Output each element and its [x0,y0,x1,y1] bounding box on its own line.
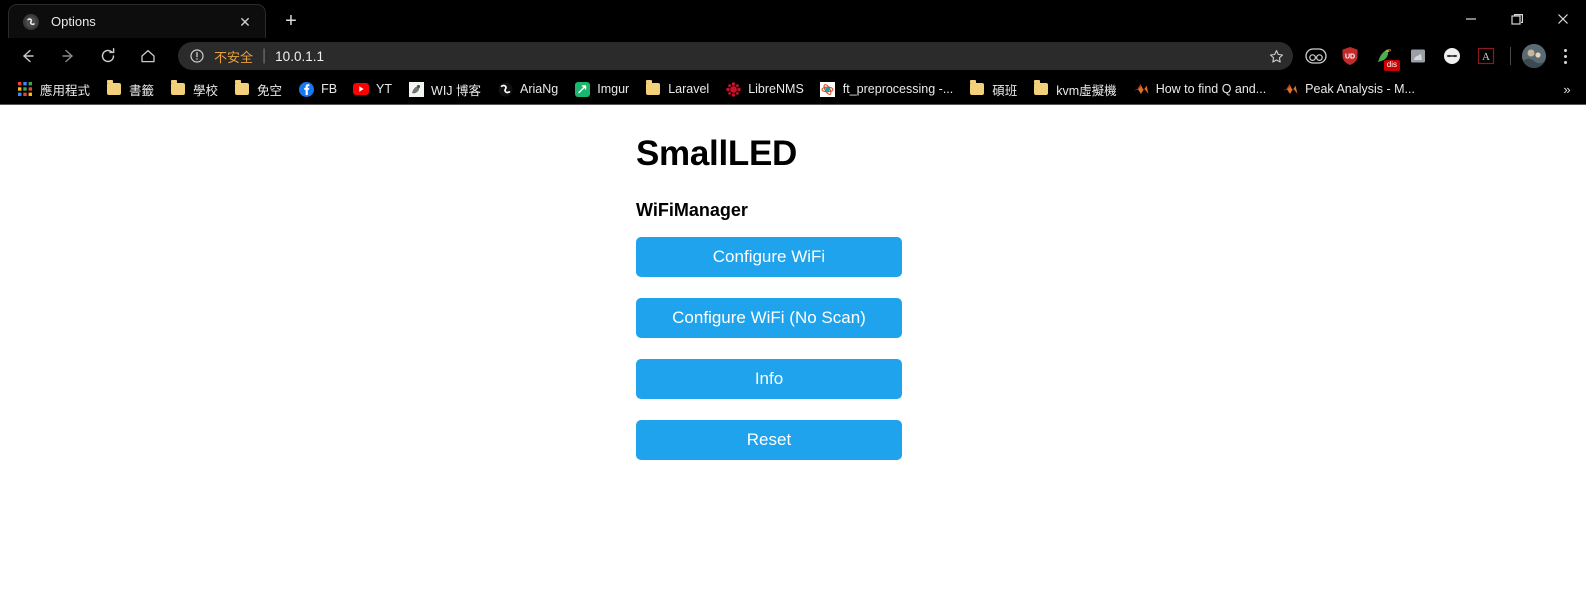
browser-tab[interactable]: Options ✕ [8,4,266,38]
bookmark-label: Laravel [668,82,710,96]
adobe-acrobat-icon[interactable]: A [1472,42,1500,70]
info-circle-icon[interactable] [188,47,206,65]
configure-wifi-no-scan-button[interactable]: Configure WiFi (No Scan) [636,298,902,339]
bookmark-label: Peak Analysis - M... [1305,82,1415,96]
bookmark-star-icon[interactable] [1265,45,1287,67]
bookmark-label: 碩班 [992,83,1018,98]
profile-avatar[interactable] [1522,44,1546,68]
facebook-icon [298,81,314,97]
bookmark-label: 書籤 [129,83,155,98]
folder-icon [645,80,661,97]
bookmark-how-to-find-q[interactable]: How to find Q and... [1126,78,1273,100]
bookmark-label: Imgur [597,82,630,96]
bookmark-apps[interactable]: 應用程式 [10,77,97,102]
imgur-icon [574,81,590,97]
configure-wifi-button[interactable]: Configure WiFi [636,237,902,278]
omnibox-separator: | [262,47,267,64]
bookmark-youtube[interactable]: YT [346,78,399,100]
bookmarks-bar: 應用程式 書籤 學校 免空 FB YT WIJ 博客 AriaNg Imgur … [0,74,1586,104]
folder-icon [170,80,186,97]
tab-title: Options [51,14,96,29]
bookmark-label: kvm虛擬機 [1056,83,1117,98]
folder-icon [234,80,250,97]
forward-icon[interactable] [53,41,83,71]
bookmark-folder-mianko[interactable]: 免空 [227,77,289,102]
url-text[interactable]: 10.0.1.1 [275,49,1265,64]
toolbar-divider [1510,47,1511,65]
bookmark-label: 免空 [257,83,283,98]
bookmark-folder-laravel[interactable]: Laravel [638,78,716,100]
window-controls [1448,0,1586,38]
page-viewport: SmallLED WiFiManager Configure WiFi Conf… [0,105,1586,593]
apps-grid-icon [17,81,33,97]
maximize-restore-icon[interactable] [1494,0,1540,38]
new-tab-button[interactable]: + [276,6,306,36]
bookmark-folder-shuoban[interactable]: 碩班 [962,77,1024,102]
wifimanager-page: SmallLED WiFiManager Configure WiFi Conf… [636,105,956,461]
folder-icon [969,80,985,97]
parrot-extension-icon[interactable]: dis [1370,42,1400,71]
browser-window: Options ✕ + 不安全 | 10.0.1.1 UD dis A 應用程式… [0,0,1586,593]
tab-strip: Options ✕ + [0,0,1586,38]
page-subtitle: WiFiManager [636,199,748,220]
bookmark-label: AriaNg [520,82,559,96]
youtube-icon [353,81,370,97]
bookmark-folder-school[interactable]: 學校 [163,77,225,102]
bookmark-label: FB [321,82,338,96]
wij-blog-icon [408,81,424,97]
bookmark-label: YT [376,82,393,96]
bookmark-ft-preprocessing[interactable]: ft_preprocessing -... [813,78,960,100]
bookmark-ariang[interactable]: AriaNg [490,78,565,100]
back-icon[interactable] [13,41,43,71]
page-title: SmallLED [636,134,797,173]
bookmark-imgur[interactable]: Imgur [567,78,636,100]
librenms-icon [725,81,741,97]
close-window-icon[interactable] [1540,0,1586,38]
bookmark-label: 應用程式 [40,83,91,98]
info-button[interactable]: Info [636,359,902,400]
reload-icon[interactable] [93,41,123,71]
close-icon[interactable]: ✕ [235,12,255,32]
ariang-icon [497,81,513,97]
pocket-icon[interactable] [1302,42,1330,70]
swirl-globe-icon [23,13,39,30]
bookmark-facebook[interactable]: FB [291,78,344,100]
bookmark-folder-shuqian[interactable]: 書籤 [99,77,161,102]
svg-text:A: A [1482,51,1490,63]
svg-text:UD: UD [1345,54,1355,61]
bookmark-label: LibreNMS [748,82,804,96]
security-status-label: 不安全 [214,49,254,65]
bookmark-label: WIJ 博客 [431,83,482,98]
bookmark-folder-kvm[interactable]: kvm虛擬機 [1026,77,1123,102]
folder-icon [1033,80,1049,97]
extension-badge: dis [1383,60,1400,71]
bookmark-peak-analysis[interactable]: Peak Analysis - M... [1275,78,1422,100]
browser-toolbar: 不安全 | 10.0.1.1 UD dis A [0,38,1586,74]
address-bar[interactable]: 不安全 | 10.0.1.1 [178,42,1293,70]
bookmarks-overflow-button[interactable]: » [1554,74,1580,104]
matlab-icon [1282,81,1298,97]
screenshot-extension-icon[interactable] [1404,42,1432,70]
minimize-icon[interactable] [1448,0,1494,38]
home-icon[interactable] [133,41,163,71]
extension-icons: UD dis A [1299,42,1503,71]
folder-icon [106,80,122,97]
chrome-menu-button[interactable] [1552,42,1578,70]
bookmark-label: ft_preprocessing -... [842,82,954,96]
bookmark-librenms[interactable]: LibreNMS [718,78,811,100]
bookmark-wij-blog[interactable]: WIJ 博客 [401,77,488,102]
bookmark-label: How to find Q and... [1155,82,1267,96]
reset-button[interactable]: Reset [636,420,902,461]
matlab-icon [1133,81,1149,97]
bookmark-label: 學校 [193,83,219,98]
circle-extension-icon[interactable] [1438,42,1466,70]
jupyter-icon [820,81,836,97]
ublock-origin-icon[interactable]: UD [1336,42,1364,70]
